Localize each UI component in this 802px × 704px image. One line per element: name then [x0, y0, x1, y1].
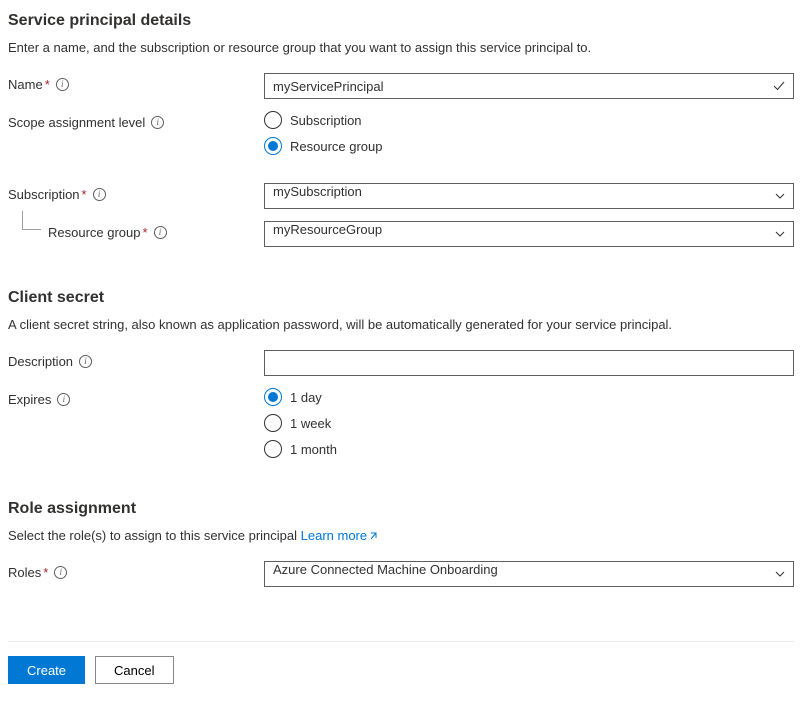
scope-radio-subscription[interactable]: Subscription — [264, 111, 794, 129]
expires-radio-one-day[interactable]: 1 day — [264, 388, 794, 406]
section-heading-secret: Client secret — [8, 289, 794, 307]
label-expires: Expires i — [8, 388, 264, 407]
info-icon[interactable]: i — [151, 116, 164, 129]
info-icon[interactable]: i — [54, 566, 67, 579]
resource-group-select[interactable]: myResourceGroup — [264, 221, 794, 247]
learn-more-link[interactable]: Learn more — [301, 528, 379, 543]
label-subscription: Subscription* i — [8, 183, 264, 202]
expires-radio-one-month[interactable]: 1 month — [264, 440, 794, 458]
info-icon[interactable]: i — [93, 188, 106, 201]
radio-label: Resource group — [290, 139, 383, 154]
roles-select[interactable]: Azure Connected Machine Onboarding — [264, 561, 794, 587]
section-intro-secret: A client secret string, also known as ap… — [8, 317, 794, 332]
cancel-button[interactable]: Cancel — [95, 656, 173, 684]
section-intro-role: Select the role(s) to assign to this ser… — [8, 528, 794, 543]
label-description: Description i — [8, 350, 264, 369]
expires-radio-one-week[interactable]: 1 week — [264, 414, 794, 432]
info-icon[interactable]: i — [57, 393, 70, 406]
label-scope: Scope assignment level i — [8, 111, 264, 130]
radio-label: Subscription — [290, 113, 362, 128]
info-icon[interactable]: i — [154, 226, 167, 239]
info-icon[interactable]: i — [56, 78, 69, 91]
expires-radio-group: 1 day 1 week 1 month — [264, 388, 794, 458]
info-icon[interactable]: i — [79, 355, 92, 368]
section-intro-details: Enter a name, and the subscription or re… — [8, 40, 794, 55]
section-heading-role: Role assignment — [8, 500, 794, 518]
label-resource-group: Resource group* i — [8, 221, 264, 240]
label-name: Name* i — [8, 73, 264, 92]
scope-radio-group: Subscription Resource group — [264, 111, 794, 155]
radio-label: 1 month — [290, 442, 337, 457]
radio-label: 1 week — [290, 416, 331, 431]
label-roles: Roles* i — [8, 561, 264, 580]
section-heading-details: Service principal details — [8, 12, 794, 30]
subscription-select[interactable]: mySubscription — [264, 183, 794, 209]
scope-radio-resource-group[interactable]: Resource group — [264, 137, 794, 155]
footer-actions: Create Cancel — [8, 641, 794, 684]
name-input[interactable] — [264, 73, 794, 99]
radio-label: 1 day — [290, 390, 322, 405]
create-button[interactable]: Create — [8, 656, 85, 684]
description-input[interactable] — [264, 350, 794, 376]
